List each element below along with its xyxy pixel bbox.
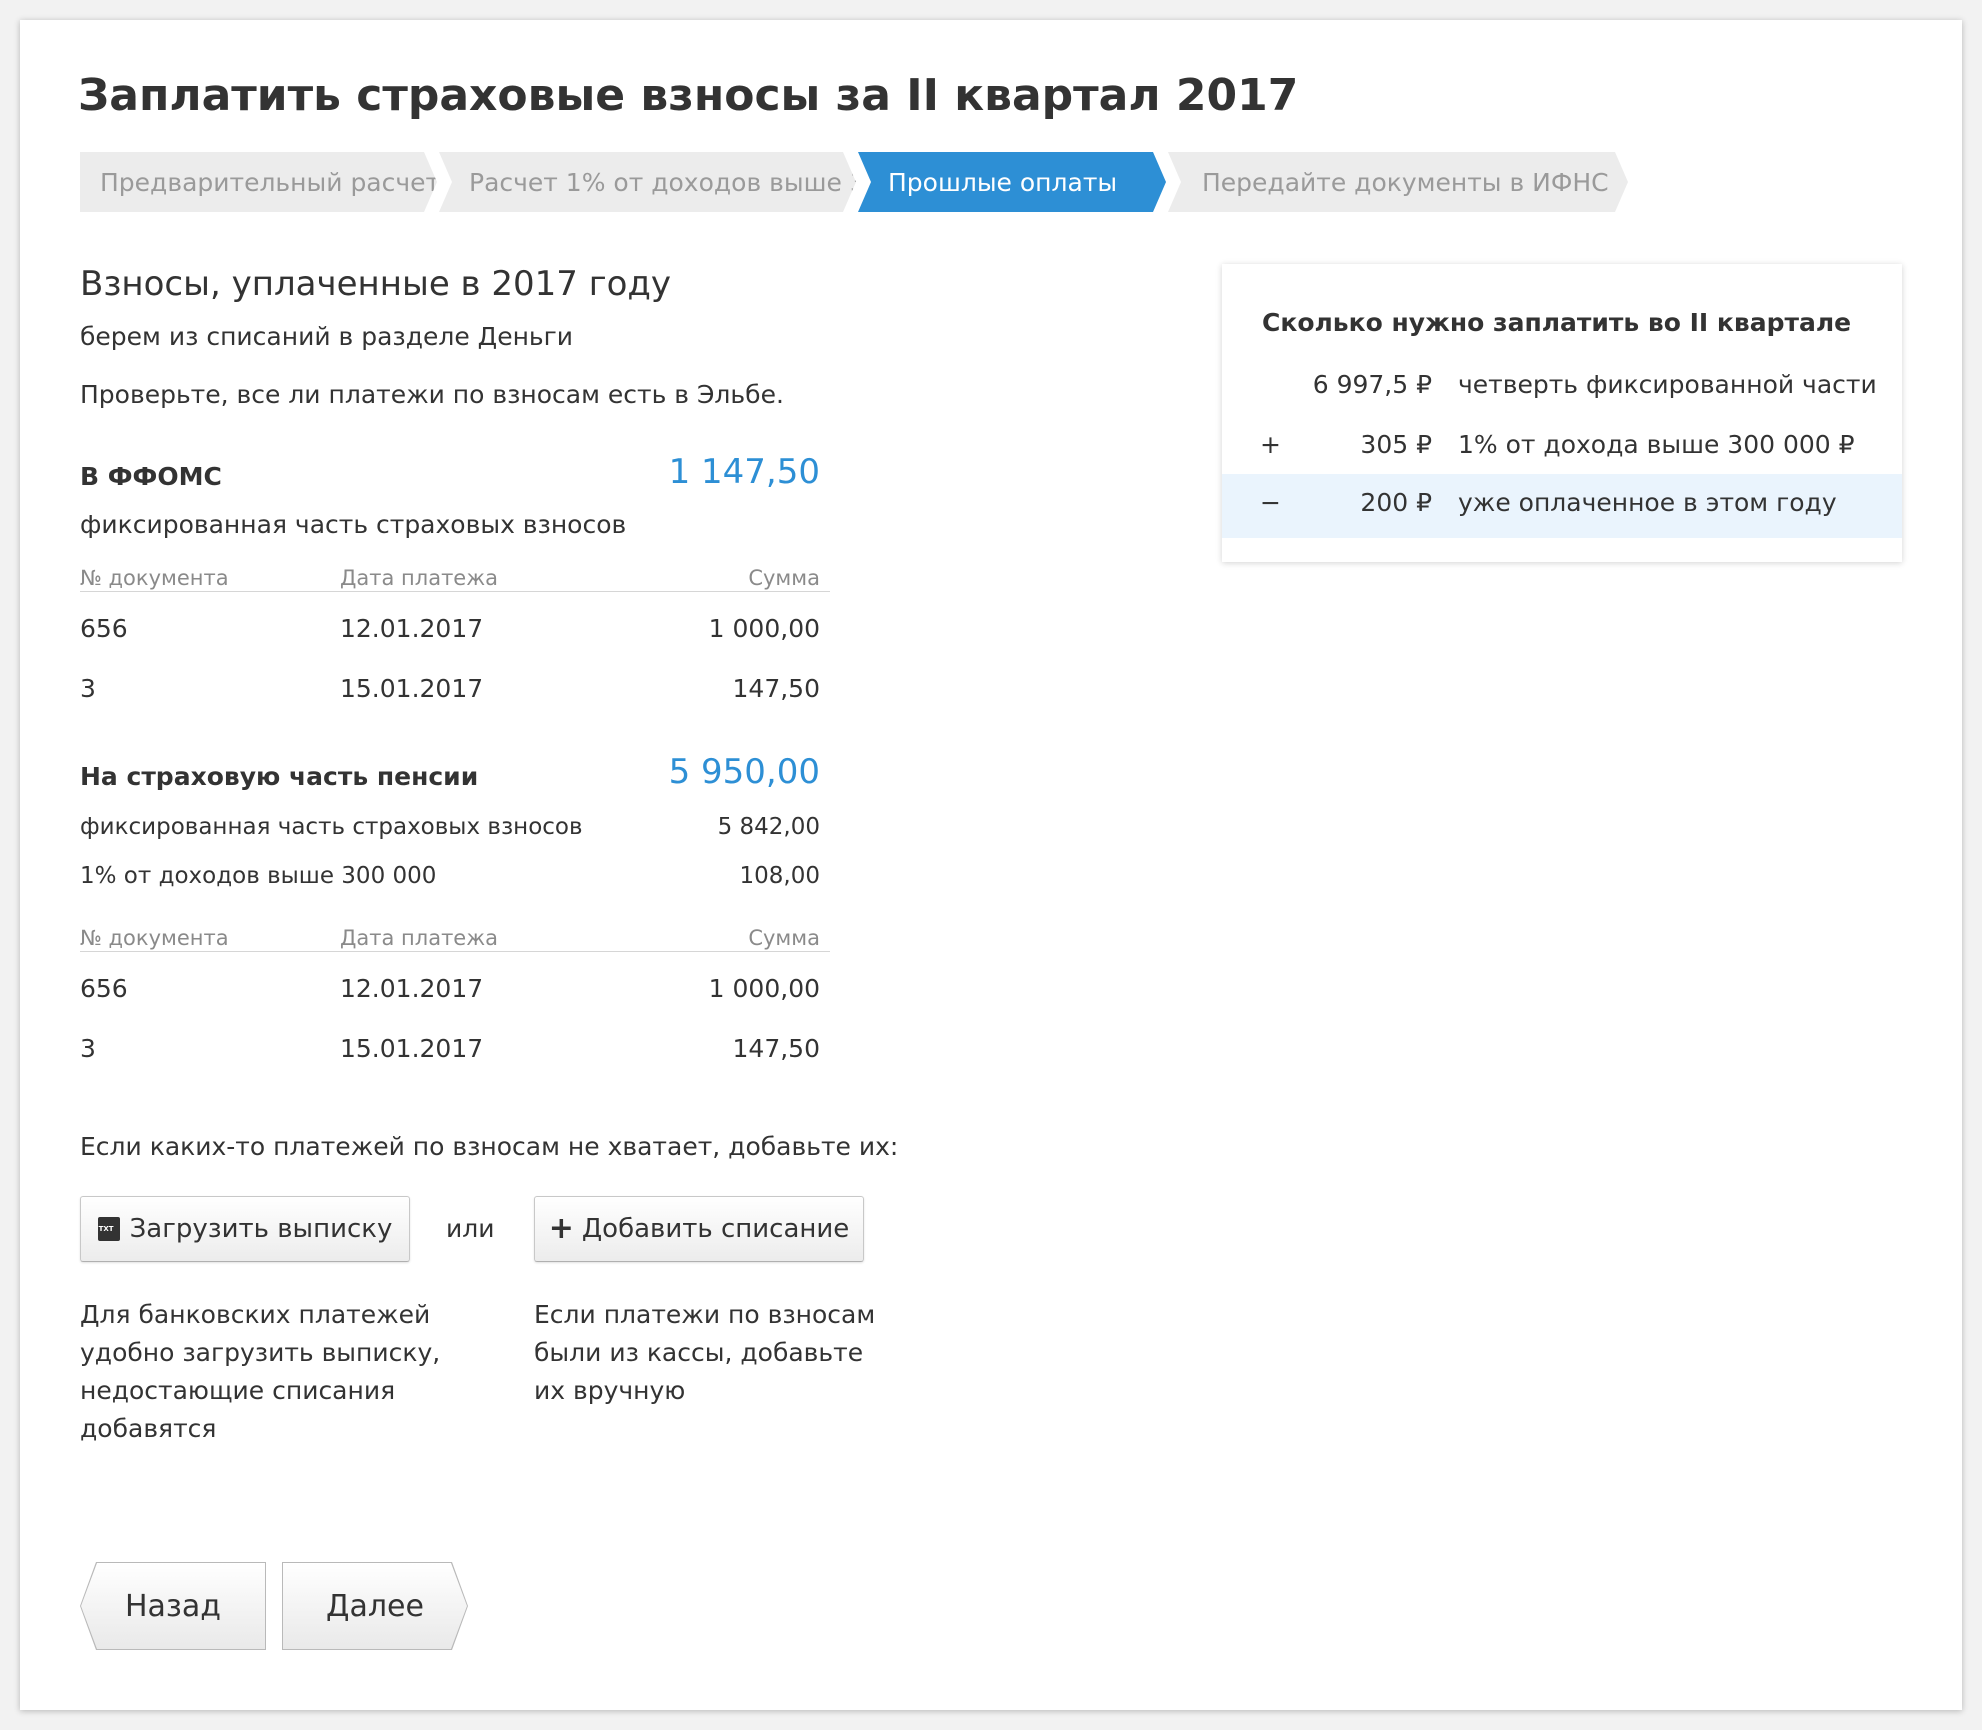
back-button[interactable]: Назад <box>80 1562 266 1650</box>
wizard-stepper: Предварительный расчет Расчет 1% от дохо… <box>80 152 1780 212</box>
missing-prompt: Если каких-то платежей по взносам не хва… <box>80 1132 899 1161</box>
txt-file-icon <box>97 1217 120 1241</box>
ffoms-row-1-doc: 656 <box>80 614 128 643</box>
pension-total: 5 950,00 <box>668 752 820 792</box>
ffoms-total: 1 147,50 <box>668 452 820 492</box>
summary-row: 6 997,5 ₽ четверть фиксированной части <box>1312 370 1877 399</box>
pension-row-2-sum: 147,50 <box>732 1034 820 1063</box>
page-card: Заплатить страховые взносы за II квартал… <box>20 20 1962 1710</box>
upload-statement-label: Загрузить выписку <box>129 1214 393 1244</box>
summary-row-highlighted: − 200 ₽ уже оплаченное в этом году <box>1222 474 1902 538</box>
ffoms-col-date: Дата платежа <box>340 566 499 590</box>
pension-col-doc: № документа <box>80 926 229 950</box>
pension-col-sum: Сумма <box>748 926 820 950</box>
summary-title: Сколько нужно заплатить во II квартале <box>1262 308 1852 337</box>
ffoms-col-sum: Сумма <box>748 566 820 590</box>
section-subheading: берем из списаний в разделе Деньги <box>80 322 574 351</box>
pension-table-divider <box>80 951 830 952</box>
ffoms-table-divider <box>80 591 830 592</box>
add-hint: Если платежи по взносам были из кассы, д… <box>534 1300 876 1405</box>
pension-row-1-date: 12.01.2017 <box>340 974 484 1003</box>
pension-line-percent-value: 108,00 <box>739 863 820 889</box>
pension-row-2-date: 15.01.2017 <box>340 1034 484 1063</box>
upload-statement-button[interactable]: Загрузить выписку <box>80 1196 410 1262</box>
summary-row: + 305 ₽ 1% от дохода выше 300 000 ₽ <box>1260 430 1855 459</box>
check-text: Проверьте, все ли платежи по взносам ест… <box>80 380 784 409</box>
ffoms-title: В ФФОМС <box>80 462 222 491</box>
step-send-documents[interactable]: Передайте документы в ИФНС <box>1168 152 1628 212</box>
upload-hint: Для банковских платежей удобно загрузить… <box>80 1300 441 1443</box>
ffoms-subtitle: фиксированная часть страховых взносов <box>80 510 627 539</box>
plus-icon: + <box>548 1211 574 1246</box>
pension-row-1-doc: 656 <box>80 974 128 1003</box>
ffoms-row-2-doc: 3 <box>80 674 96 703</box>
page-title: Заплатить страховые взносы за II квартал… <box>78 70 1299 121</box>
ffoms-row-2-date: 15.01.2017 <box>340 674 484 703</box>
step-preliminary-calc[interactable]: Предварительный расчет <box>80 152 437 212</box>
pension-line-percent-label: 1% от доходов выше 300 000 <box>80 863 437 889</box>
ffoms-col-doc: № документа <box>80 566 229 590</box>
back-label: Назад <box>124 1588 222 1624</box>
add-writeoff-button[interactable]: + Добавить списание <box>534 1196 864 1262</box>
pension-line-fixed-value: 5 842,00 <box>717 814 820 840</box>
pension-col-date: Дата платежа <box>340 926 499 950</box>
section-heading: Взносы, уплаченные в 2017 году <box>80 264 672 304</box>
next-label: Далее <box>326 1588 424 1624</box>
or-label: или <box>446 1214 495 1243</box>
pension-line-fixed-label: фиксированная часть страховых взносов <box>80 814 583 840</box>
summary-panel: Сколько нужно заплатить во II квартале 6… <box>1222 264 1902 562</box>
next-button[interactable]: Далее <box>282 1562 468 1650</box>
pension-row-1-sum: 1 000,00 <box>708 974 820 1003</box>
pension-title: На страховую часть пенсии <box>80 762 479 791</box>
ffoms-row-1-sum: 1 000,00 <box>708 614 820 643</box>
ffoms-row-2-sum: 147,50 <box>732 674 820 703</box>
step-one-percent-calc[interactable]: Расчет 1% от доходов выше 300 000 <box>439 152 856 212</box>
ffoms-row-1-date: 12.01.2017 <box>340 614 484 643</box>
add-writeoff-label: Добавить списание <box>581 1214 850 1244</box>
pension-row-2-doc: 3 <box>80 1034 96 1063</box>
step-past-payments[interactable]: Прошлые оплаты <box>858 152 1166 212</box>
